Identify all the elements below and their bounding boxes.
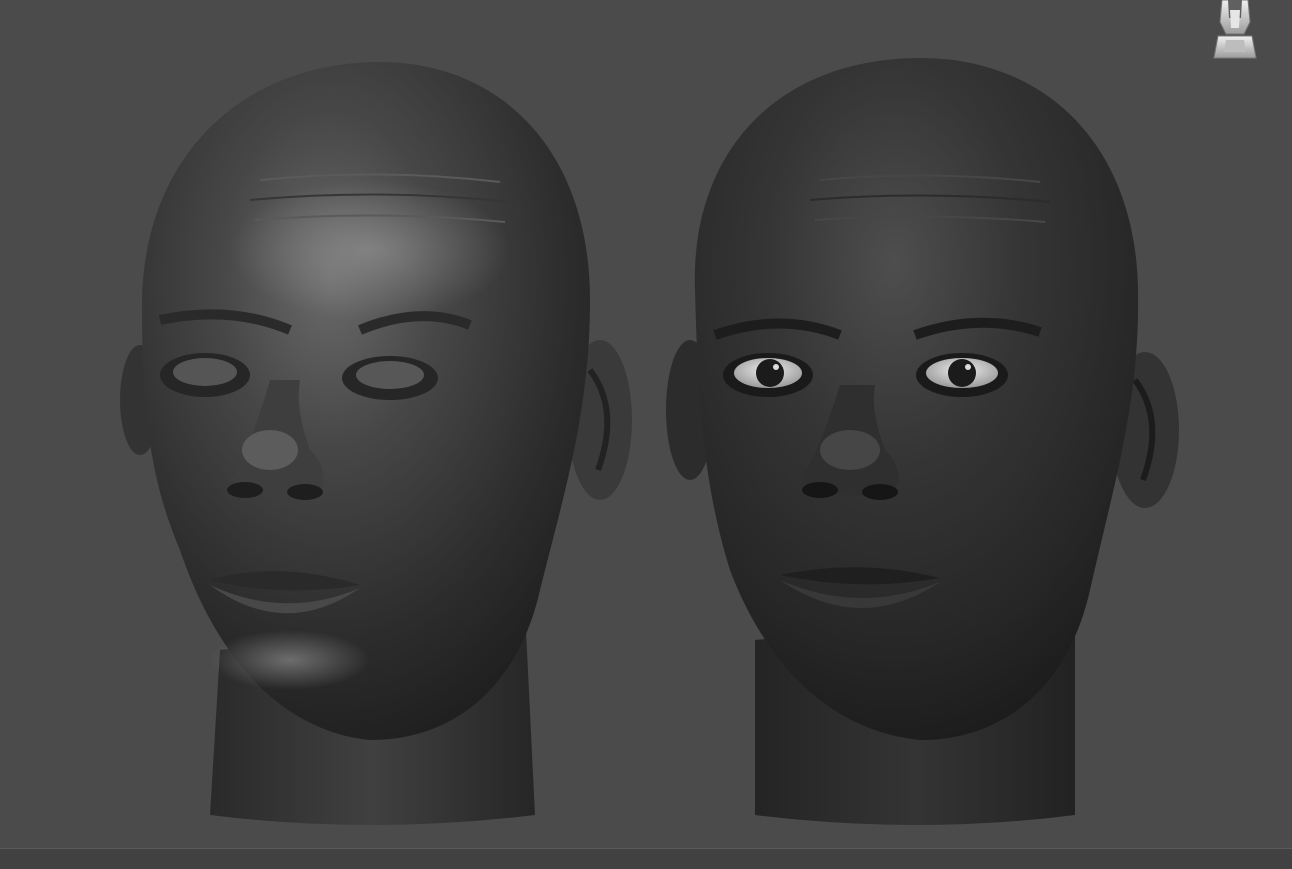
sculpt-head-untextured[interactable] bbox=[120, 50, 640, 840]
sculpt-head-with-eyes[interactable] bbox=[660, 50, 1190, 840]
status-bar bbox=[0, 848, 1292, 869]
navigation-cube-icon[interactable] bbox=[1208, 0, 1262, 66]
3d-viewport[interactable] bbox=[0, 0, 1292, 848]
